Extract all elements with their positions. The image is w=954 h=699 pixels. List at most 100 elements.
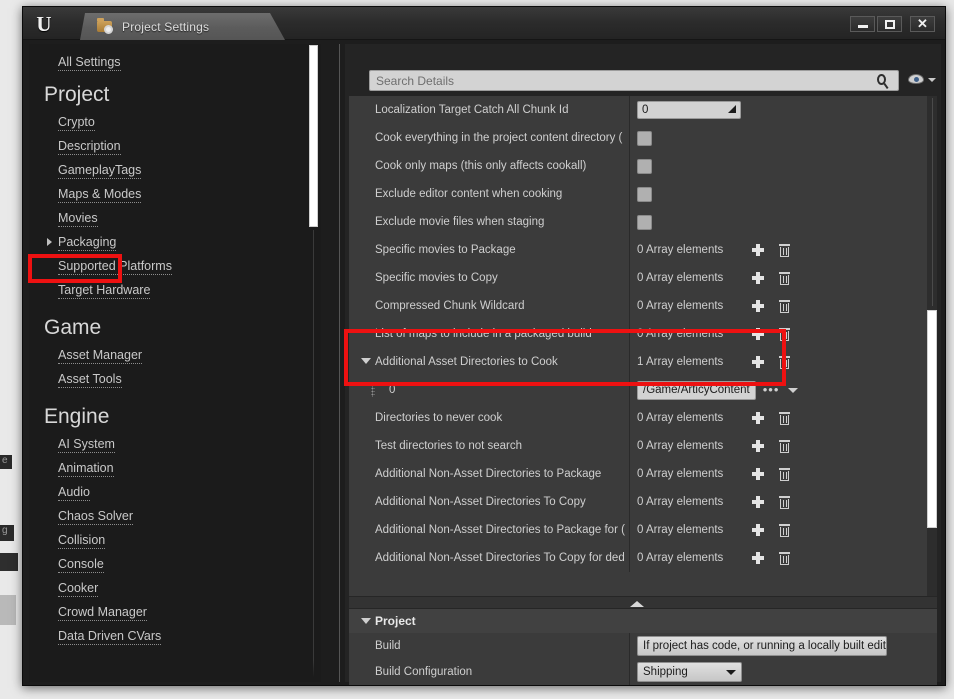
chevron-down-icon[interactable]	[788, 387, 799, 393]
unreal-engine-logo-icon: U	[36, 12, 52, 36]
panel-splitter[interactable]	[339, 44, 340, 682]
sidebar-item-supported-platforms[interactable]: Supported Platforms	[58, 259, 172, 275]
clear-array-button[interactable]	[773, 297, 795, 315]
property-row: Test directories to not search 0 Array el…	[349, 432, 937, 460]
sidebar-item-asset-manager[interactable]: Asset Manager	[58, 348, 143, 364]
chevron-right-icon[interactable]	[47, 238, 52, 246]
checkbox[interactable]	[637, 214, 652, 230]
array-element-count: 1 Array elements	[637, 356, 724, 368]
sidebar-item-data-driven-cvars[interactable]: Data Driven CVars	[58, 629, 162, 645]
add-array-element-button[interactable]	[747, 437, 769, 455]
clear-array-button[interactable]	[773, 353, 795, 371]
sidebar-item-target-hardware[interactable]: Target Hardware	[58, 283, 151, 299]
property-value	[629, 186, 937, 202]
column-divider	[629, 320, 630, 348]
search-row: Search Details	[345, 70, 941, 94]
window-maximize-button[interactable]	[877, 16, 902, 32]
sidebar-item-asset-tools[interactable]: Asset Tools	[58, 372, 122, 388]
expander-icon[interactable]	[361, 358, 371, 364]
sidebar-item-audio[interactable]: Audio	[58, 485, 90, 501]
column-divider	[629, 460, 630, 488]
collapse-strip[interactable]	[349, 596, 937, 609]
window-minimize-button[interactable]	[850, 16, 875, 32]
number-input[interactable]: 0	[637, 101, 741, 119]
clear-array-button[interactable]	[773, 269, 795, 287]
eye-icon[interactable]	[908, 72, 926, 86]
add-array-element-button[interactable]	[747, 297, 769, 315]
add-array-element-button[interactable]	[747, 465, 769, 483]
sidebar-item-description[interactable]: Description	[58, 139, 121, 155]
search-icon[interactable]	[876, 73, 892, 90]
add-array-element-button[interactable]	[747, 241, 769, 259]
sidebar-item-maps-modes[interactable]: Maps & Modes	[58, 187, 142, 203]
sidebar-item-all-settings[interactable]: All Settings	[58, 55, 121, 71]
sidebar-item-collision[interactable]: Collision	[58, 533, 106, 549]
browse-button[interactable]: •••	[763, 383, 780, 396]
property-label: 0	[389, 384, 396, 396]
add-array-element-button[interactable]	[747, 409, 769, 427]
add-array-element-button[interactable]	[747, 521, 769, 539]
array-element-count: 0 Array elements	[637, 300, 724, 312]
property-value	[629, 214, 937, 230]
sidebar-item-packaging[interactable]: Packaging	[58, 235, 117, 251]
trash-icon	[778, 439, 790, 453]
sidebar-item-ai-system[interactable]: AI System	[58, 437, 115, 453]
column-divider	[629, 292, 630, 320]
add-array-element-button[interactable]	[747, 549, 769, 567]
sidebar-item-console[interactable]: Console	[58, 557, 104, 573]
clear-array-button[interactable]	[773, 493, 795, 511]
dropdown-build[interactable]: If project has code, or running a locall…	[637, 636, 887, 656]
chevron-down-icon[interactable]	[928, 78, 936, 82]
trash-icon	[778, 243, 790, 257]
array-element-count: 0 Array elements	[637, 440, 724, 452]
clear-array-button[interactable]	[773, 437, 795, 455]
property-value: 1 Array elements	[629, 353, 937, 371]
property-row: Additional Asset Directories to Cook 1 Ar…	[349, 348, 937, 376]
property-row: List of maps to include in a packaged bu…	[349, 320, 937, 348]
search-details-input[interactable]: Search Details	[369, 70, 899, 91]
property-row: Exclude editor content when cooking	[349, 180, 937, 208]
checkbox[interactable]	[637, 158, 652, 174]
sidebar-item-movies[interactable]: Movies	[58, 211, 98, 227]
property-value	[629, 130, 937, 146]
property-value: /Game/ArticyContent •••	[629, 380, 937, 400]
sidebar-item-crypto[interactable]: Crypto	[58, 115, 95, 131]
clear-array-button[interactable]	[773, 409, 795, 427]
sidebar-group-header: Project	[44, 83, 110, 106]
desktop-artifact-left-1: e	[0, 455, 12, 469]
clear-array-button[interactable]	[773, 465, 795, 483]
add-array-element-button[interactable]	[747, 269, 769, 287]
clear-array-button[interactable]	[773, 549, 795, 567]
sidebar-item-cooker[interactable]: Cooker	[58, 581, 99, 597]
sidebar-item-chaos-solver[interactable]: Chaos Solver	[58, 509, 134, 525]
sidebar-item-animation[interactable]: Animation	[58, 461, 114, 477]
clear-array-button[interactable]	[773, 521, 795, 539]
plus-icon	[752, 552, 764, 564]
column-divider	[629, 180, 630, 208]
checkbox[interactable]	[637, 130, 652, 146]
column-divider	[629, 96, 630, 124]
expander-icon[interactable]	[361, 618, 371, 624]
add-array-element-button[interactable]	[747, 353, 769, 371]
directory-path-input[interactable]: /Game/ArticyContent	[637, 380, 756, 400]
category-row-project[interactable]: Project	[349, 609, 937, 633]
property-row: Directories to never cook 0 Array element…	[349, 404, 937, 432]
sidebar-item-crowd-manager[interactable]: Crowd Manager	[58, 605, 147, 621]
sidebar-group-header: Engine	[44, 405, 110, 428]
drag-corner-icon[interactable]	[728, 105, 736, 113]
clear-array-button[interactable]	[773, 325, 795, 343]
details-scrollbar-thumb[interactable]	[927, 310, 937, 528]
checkbox[interactable]	[637, 186, 652, 202]
clear-array-button[interactable]	[773, 241, 795, 259]
sidebar-scrollbar-thumb[interactable]	[309, 45, 318, 227]
plus-icon	[752, 412, 764, 424]
plus-icon	[752, 328, 764, 340]
window-close-button[interactable]: ✕	[910, 16, 935, 32]
dropdown-build-configuration[interactable]: Shipping	[637, 662, 742, 682]
add-array-element-button[interactable]	[747, 325, 769, 343]
add-array-element-button[interactable]	[747, 493, 769, 511]
column-divider	[629, 264, 630, 292]
sidebar-item-gameplaytags[interactable]: GameplayTags	[58, 163, 142, 179]
chevron-down-icon	[726, 669, 736, 675]
drag-handle-icon[interactable]	[371, 384, 375, 397]
